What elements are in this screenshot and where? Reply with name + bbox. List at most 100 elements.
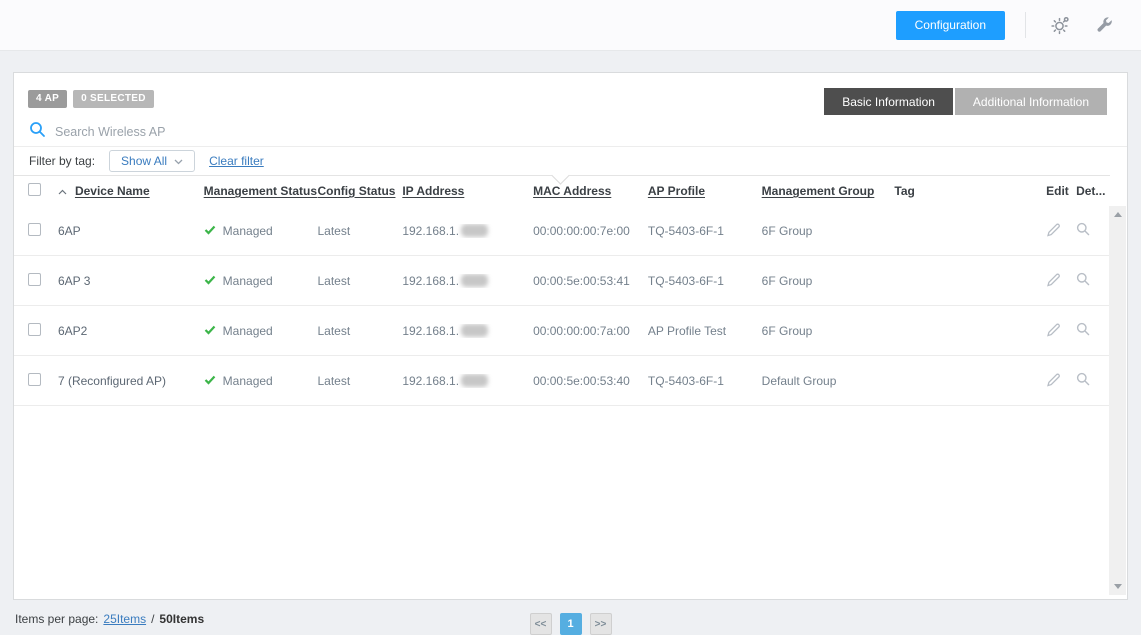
search-bar	[14, 117, 1127, 147]
details-button[interactable]	[1076, 272, 1090, 286]
device-name-cell: 6AP2	[58, 324, 204, 338]
configuration-button[interactable]: Configuration	[896, 11, 1005, 40]
edit-button[interactable]	[1046, 222, 1061, 237]
table-scrollbar[interactable]	[1109, 206, 1126, 595]
ap-profile-cell: TQ-5403-6F-1	[648, 274, 762, 288]
mac-address-cell: 00:00:00:00:7e:00	[533, 224, 648, 238]
settings-button[interactable]	[1051, 16, 1070, 35]
wrench-icon	[1096, 22, 1113, 37]
tag-filter-dropdown[interactable]: Show All	[109, 150, 195, 172]
config-status-cell: Latest	[317, 374, 402, 388]
management-status-cell: Managed	[223, 324, 273, 338]
magnifier-icon	[1076, 274, 1090, 289]
col-ap-profile[interactable]: AP Profile	[648, 184, 762, 198]
edit-button[interactable]	[1046, 322, 1061, 337]
topbar-divider	[1025, 12, 1026, 38]
ip-address-cell: 192.168.1.	[402, 374, 533, 388]
col-management-status[interactable]: Management Status	[204, 184, 318, 198]
scroll-up-icon[interactable]	[1114, 212, 1122, 217]
magnifier-icon	[1076, 224, 1090, 239]
mac-address-cell: 00:00:5e:00:53:41	[533, 274, 648, 288]
edit-button[interactable]	[1046, 272, 1061, 287]
config-status-cell: Latest	[317, 224, 402, 238]
pager: << 1 >>	[530, 613, 612, 635]
ip-address-cell: 192.168.1.	[402, 274, 533, 288]
col-config-status[interactable]: Config Status	[317, 184, 402, 198]
badges: 4 AP 0 SELECTED	[28, 90, 154, 108]
ap-profile-cell: TQ-5403-6F-1	[648, 224, 762, 238]
tag-filter-value: Show All	[121, 154, 167, 168]
items-per-page-25-link[interactable]: 25Items	[103, 612, 146, 626]
management-group-cell: 6F Group	[762, 224, 895, 238]
current-page-button[interactable]: 1	[560, 613, 582, 635]
managed-check-icon	[204, 274, 216, 288]
device-name-cell: 6AP	[58, 224, 204, 238]
row-checkbox[interactable]	[28, 373, 41, 386]
pencil-icon	[1046, 225, 1061, 240]
tab-additional-information[interactable]: Additional Information	[955, 88, 1107, 115]
table-row: 6AP2 Managed Latest 192.168.1. 00:00:00:…	[14, 306, 1110, 356]
filter-by-tag-label: Filter by tag:	[29, 154, 95, 168]
items-per-page-separator: /	[151, 612, 154, 626]
mac-address-cell: 00:00:00:00:7a:00	[533, 324, 648, 338]
ap-list-panel: 4 AP 0 SELECTED Basic Information Additi…	[13, 72, 1128, 600]
management-status-cell: Managed	[223, 224, 273, 238]
ip-address-cell: 192.168.1.	[402, 324, 533, 338]
details-button[interactable]	[1076, 322, 1090, 336]
details-button[interactable]	[1076, 222, 1090, 236]
col-ip-address[interactable]: IP Address	[402, 184, 533, 198]
table-row: 7 (Reconfigured AP) Managed Latest 192.1…	[14, 356, 1110, 406]
redacted-ip-blur	[461, 324, 488, 337]
edit-button[interactable]	[1046, 372, 1061, 387]
management-group-cell: 6F Group	[762, 274, 895, 288]
table-row: 6AP Managed Latest 192.168.1. 00:00:00:0…	[14, 206, 1110, 256]
details-button[interactable]	[1076, 372, 1090, 386]
col-edit: Edit	[1046, 184, 1076, 198]
row-checkbox[interactable]	[28, 273, 41, 286]
search-input[interactable]	[55, 125, 355, 139]
clear-filter-link[interactable]: Clear filter	[209, 154, 264, 168]
gear-icon	[1051, 23, 1070, 38]
sort-asc-icon[interactable]	[58, 184, 67, 198]
items-per-page-50[interactable]: 50Items	[159, 612, 204, 626]
device-name-cell: 6AP 3	[58, 274, 204, 288]
device-name-cell: 7 (Reconfigured AP)	[58, 374, 204, 388]
pagination-bar: Items per page: 25Items / 50Items << 1 >…	[13, 607, 1128, 630]
tools-button[interactable]	[1096, 17, 1113, 34]
selected-count-badge: 0 SELECTED	[73, 90, 154, 108]
managed-check-icon	[204, 224, 216, 238]
magnifier-icon	[1076, 374, 1090, 389]
scroll-down-icon[interactable]	[1114, 584, 1122, 589]
col-tag: Tag	[894, 184, 1046, 198]
management-group-cell: Default Group	[762, 374, 895, 388]
next-page-button[interactable]: >>	[590, 613, 612, 635]
col-mac-address[interactable]: MAC Address	[533, 184, 648, 198]
chevron-down-icon	[174, 154, 183, 168]
row-checkbox[interactable]	[28, 223, 41, 236]
ap-profile-cell: AP Profile Test	[648, 324, 762, 338]
col-management-group[interactable]: Management Group	[762, 184, 895, 198]
redacted-ip-blur	[461, 274, 488, 287]
col-details: Det...	[1076, 184, 1110, 198]
management-group-cell: 6F Group	[762, 324, 895, 338]
col-device-name[interactable]: Device Name	[75, 184, 150, 198]
ap-count-badge: 4 AP	[28, 90, 67, 108]
select-all-checkbox[interactable]	[28, 183, 41, 196]
ap-profile-cell: TQ-5403-6F-1	[648, 374, 762, 388]
management-status-cell: Managed	[223, 374, 273, 388]
items-per-page-label: Items per page:	[15, 612, 98, 626]
pencil-icon	[1046, 275, 1061, 290]
table-row: 6AP 3 Managed Latest 192.168.1. 00:00:5e…	[14, 256, 1110, 306]
row-checkbox[interactable]	[28, 323, 41, 336]
prev-page-button[interactable]: <<	[530, 613, 552, 635]
pencil-icon	[1046, 325, 1061, 340]
config-status-cell: Latest	[317, 324, 402, 338]
search-icon	[29, 121, 55, 143]
tab-basic-information[interactable]: Basic Information	[824, 88, 953, 115]
magnifier-icon	[1076, 324, 1090, 339]
filter-row: Filter by tag: Show All Clear filter	[14, 147, 1127, 175]
items-per-page: Items per page: 25Items / 50Items	[15, 612, 204, 626]
managed-check-icon	[204, 374, 216, 388]
ip-address-cell: 192.168.1.	[402, 224, 533, 238]
ap-table: Device Name Management Status Config Sta…	[14, 175, 1110, 406]
